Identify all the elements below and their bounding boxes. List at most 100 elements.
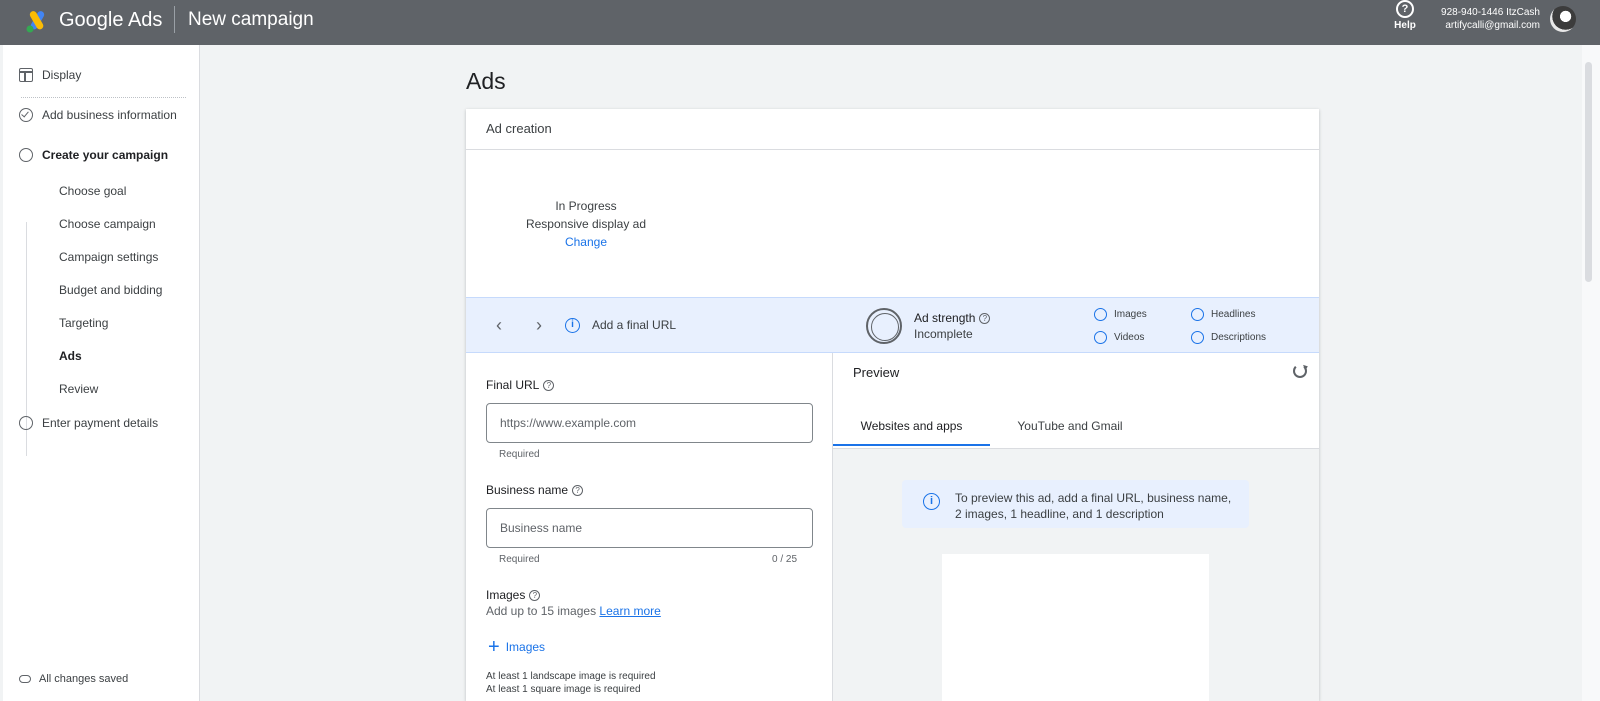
final-url-label-text: Final URL	[486, 378, 540, 392]
landscape-requirement: At least 1 landscape image is required	[486, 671, 656, 682]
ad-type-summary: In Progress Responsive display ad Change	[516, 197, 656, 251]
sidebar-item-label: Enter payment details	[42, 416, 159, 430]
scrollbar[interactable]	[1585, 62, 1592, 282]
ad-strength-ring	[866, 308, 902, 344]
ad-form: Final URL? Required Business name? Requi…	[466, 353, 833, 701]
help-icon: ?	[1396, 0, 1414, 18]
info-icon: i	[923, 493, 940, 510]
business-name-label: Business name?	[486, 483, 584, 497]
step-review[interactable]: Review	[59, 382, 98, 396]
help-icon[interactable]: ?	[979, 313, 991, 325]
ad-strength-text: Ad strength	[914, 311, 976, 325]
section-title: Ads	[466, 68, 506, 94]
help-icon[interactable]: ?	[543, 380, 555, 392]
plus-icon: +	[488, 636, 500, 658]
account-id: 928-940-1446 ItzCash	[1441, 7, 1540, 18]
account-email: artifycalli@gmail.com	[1445, 20, 1540, 31]
business-name-input[interactable]	[486, 508, 813, 548]
sidebar-item-label: Display	[42, 68, 82, 82]
final-url-hint: Required	[499, 449, 540, 460]
display-icon	[19, 68, 33, 82]
progress-status: In Progress	[555, 199, 617, 213]
sidebar: Display Add business information Create …	[3, 45, 200, 701]
add-images-label: Images	[505, 640, 546, 654]
step-campaign-settings[interactable]: Campaign settings	[59, 250, 158, 264]
sidebar-item-display[interactable]: Display	[19, 68, 81, 82]
check-circle-icon	[19, 108, 33, 122]
learn-more-link[interactable]: Learn more	[599, 604, 660, 618]
circle-icon	[1191, 331, 1204, 344]
sidebar-item-create-campaign[interactable]: Create your campaign	[19, 148, 168, 162]
final-url-input[interactable]	[486, 403, 813, 443]
step-choose-campaign[interactable]: Choose campaign	[59, 217, 156, 231]
strength-hint[interactable]: Add a final URL	[592, 318, 676, 332]
images-label-text: Images	[486, 588, 526, 602]
change-link[interactable]: Change	[516, 233, 656, 251]
preview-title: Preview	[853, 365, 900, 380]
ad-strength-label: Ad strength?	[914, 311, 991, 325]
brand-name: Google Ads	[59, 9, 163, 31]
final-url-label: Final URL?	[486, 378, 555, 392]
criterion-videos: Videos	[1094, 331, 1144, 344]
criterion-headlines: Headlines	[1191, 308, 1255, 321]
page-title: New campaign	[188, 9, 314, 30]
refresh-icon[interactable]	[1293, 364, 1307, 378]
criterion-label: Descriptions	[1211, 332, 1267, 343]
preview-notice: i To preview this ad, add a final URL, b…	[902, 480, 1249, 528]
help-icon[interactable]: ?	[529, 590, 541, 602]
step-choose-goal[interactable]: Choose goal	[59, 184, 126, 198]
sidebar-item-payment[interactable]: Enter payment details	[19, 416, 158, 430]
circle-icon	[19, 148, 33, 162]
step-targeting[interactable]: Targeting	[59, 316, 108, 330]
tab-websites-apps[interactable]: Websites and apps	[833, 406, 990, 446]
sidebar-item-label: Create your campaign	[42, 148, 169, 162]
card-header: Ad creation	[466, 109, 1319, 150]
sidebar-item-add-business[interactable]: Add business information	[19, 108, 177, 122]
criterion-label: Images	[1114, 309, 1147, 320]
chevron-right-icon[interactable]: ›	[529, 316, 549, 336]
sidebar-divider	[21, 97, 186, 98]
help-button[interactable]: ? Help	[1393, 0, 1417, 31]
square-requirement: At least 1 square image is required	[486, 684, 641, 695]
help-label: Help	[1394, 20, 1416, 31]
business-name-counter: 0 / 25	[772, 554, 798, 565]
circle-icon	[1094, 308, 1107, 321]
avatar[interactable]	[1550, 6, 1576, 32]
ad-type: Responsive display ad	[525, 217, 647, 231]
images-subtext: Add up to 15 images Learn more	[486, 604, 661, 618]
ad-strength-bar: ‹ › i Add a final URL Ad strength? Incom…	[466, 297, 1319, 353]
account-info[interactable]: 928-940-1446 ItzCash artifycalli@gmail.c…	[1436, 6, 1540, 32]
circle-icon	[1191, 308, 1204, 321]
business-name-label-text: Business name	[486, 483, 569, 497]
save-status: All changes saved	[19, 673, 128, 685]
tab-youtube-gmail[interactable]: YouTube and Gmail	[990, 406, 1150, 446]
add-images-button[interactable]: + Images	[488, 636, 546, 658]
header-divider	[174, 6, 175, 33]
ad-strength-status: Incomplete	[914, 327, 973, 341]
save-status-label: All changes saved	[39, 673, 129, 685]
preview-notice-text: To preview this ad, add a final URL, bus…	[955, 491, 1232, 521]
google-ads-logo	[26, 11, 45, 33]
criterion-label: Headlines	[1211, 309, 1256, 320]
criterion-descriptions: Descriptions	[1191, 331, 1266, 344]
step-budget-bidding[interactable]: Budget and bidding	[59, 283, 162, 297]
preview-panel: Preview Websites and apps YouTube and Gm…	[833, 353, 1319, 701]
preview-mockup	[942, 554, 1209, 701]
chevron-left-icon[interactable]: ‹	[489, 316, 509, 336]
circle-icon	[19, 416, 33, 430]
criterion-label: Videos	[1114, 332, 1145, 343]
step-ads[interactable]: Ads	[59, 349, 82, 363]
info-icon: i	[565, 318, 580, 333]
card-title: Ad creation	[486, 121, 552, 136]
top-bar: Google Ads New campaign ? Help 928-940-1…	[0, 0, 1600, 45]
ad-creation-card: Ad creation In Progress Responsive displ…	[466, 109, 1319, 701]
help-icon[interactable]: ?	[572, 485, 584, 497]
circle-icon	[1094, 331, 1107, 344]
cloud-done-icon	[19, 675, 31, 683]
images-subtext-text: Add up to 15 images	[486, 604, 597, 618]
tab-divider	[833, 448, 1319, 449]
criterion-images: Images	[1094, 308, 1147, 321]
business-name-hint: Required	[499, 554, 540, 565]
images-label: Images?	[486, 588, 541, 602]
sidebar-item-label: Add business information	[42, 108, 177, 122]
